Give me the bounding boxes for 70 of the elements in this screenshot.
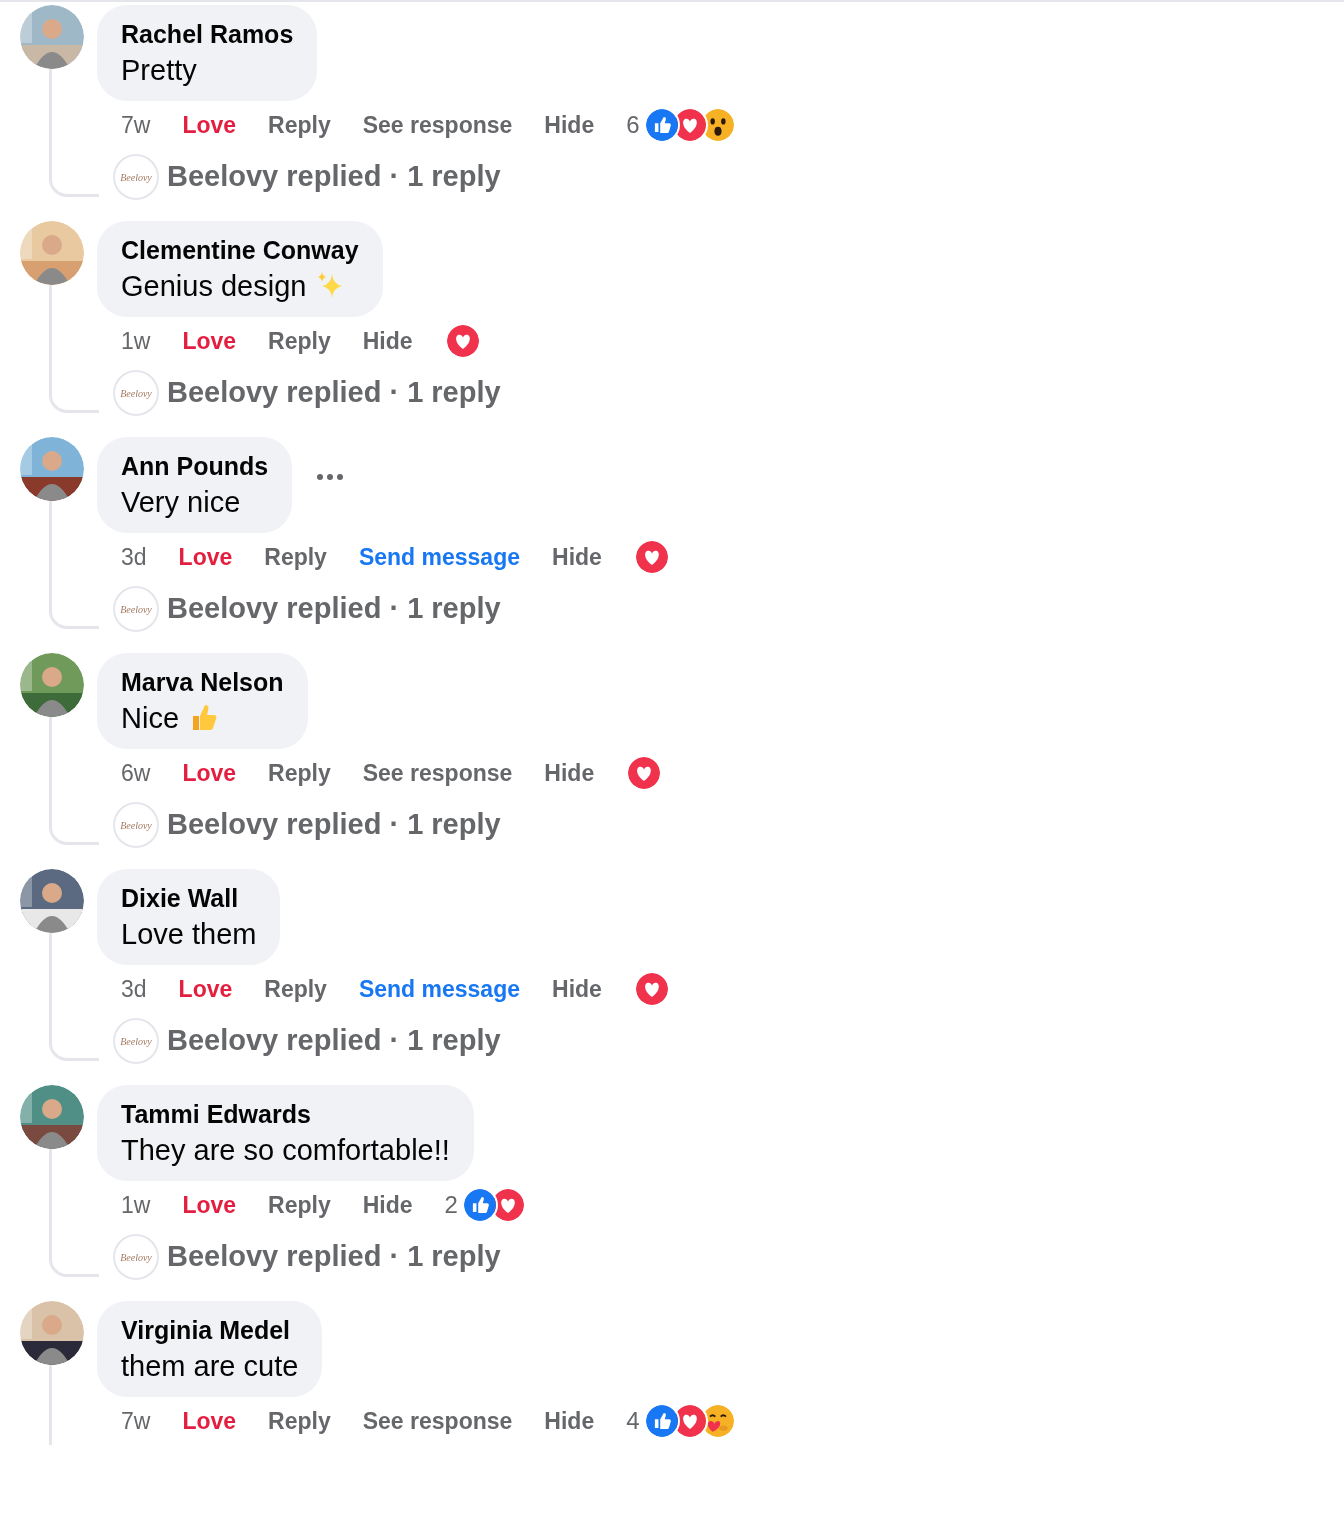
action-link[interactable]: Love xyxy=(182,755,237,791)
replies-link[interactable]: Beelovy replied · 1 reply xyxy=(167,587,501,631)
action-link[interactable]: Hide xyxy=(544,107,595,143)
action-link[interactable]: Hide xyxy=(544,1403,595,1439)
comment-time: 7w xyxy=(121,1406,151,1436)
reaction-count[interactable]: 4 xyxy=(626,1403,640,1439)
action-link[interactable]: Reply xyxy=(268,323,331,359)
action-link[interactable]: Love xyxy=(178,971,233,1007)
comment-text: Nice xyxy=(121,701,179,736)
action-link[interactable]: Reply xyxy=(268,1187,331,1223)
action-link[interactable]: Love xyxy=(182,107,237,143)
commenter-name[interactable]: Ann Pounds xyxy=(121,449,269,483)
comment-time: 1w xyxy=(121,326,151,356)
action-link[interactable]: Reply xyxy=(268,755,331,791)
action-link[interactable]: Hide xyxy=(544,755,595,791)
commenter-name[interactable]: Tammi Edwards xyxy=(121,1097,450,1131)
page-logo: Beelovy xyxy=(113,1018,159,1064)
comment-time: 7w xyxy=(121,110,151,140)
action-link[interactable]: Send message xyxy=(358,539,520,575)
action-link[interactable]: See response xyxy=(362,1403,513,1439)
replies-link[interactable]: Beelovy replied · 1 reply xyxy=(167,155,501,199)
like-reaction-icon xyxy=(643,107,680,143)
commenter-name[interactable]: Marva Nelson xyxy=(121,665,284,699)
reaction-count[interactable]: 2 xyxy=(444,1187,458,1223)
commenter-name[interactable]: Dixie Wall xyxy=(121,881,257,915)
heart-reaction-icon xyxy=(633,539,670,575)
commenter-name[interactable]: Clementine Conway xyxy=(121,233,359,267)
heart-reaction-icon xyxy=(633,971,670,1007)
page-logo: Beelovy xyxy=(113,586,159,632)
action-link[interactable]: Hide xyxy=(362,323,413,359)
more-icon xyxy=(316,473,345,481)
comment-text: them are cute xyxy=(121,1349,299,1384)
replies-link[interactable]: Beelovy replied · 1 reply xyxy=(167,803,501,847)
page-logo: Beelovy xyxy=(113,802,159,848)
action-link[interactable]: Hide xyxy=(552,971,602,1007)
action-link[interactable]: Love xyxy=(182,1187,237,1223)
heart-reaction-icon xyxy=(626,755,663,791)
replies-link[interactable]: Beelovy replied · 1 reply xyxy=(167,1235,501,1279)
page-logo: Beelovy xyxy=(113,154,159,200)
replies-link[interactable]: Beelovy replied · 1 reply xyxy=(167,371,501,415)
commenter-name[interactable]: Virginia Medel xyxy=(121,1313,299,1347)
page-logo: Beelovy xyxy=(113,1234,159,1280)
like-reaction-icon xyxy=(643,1403,680,1439)
action-link[interactable]: Reply xyxy=(268,107,331,143)
comment-time: 3d xyxy=(121,974,147,1004)
comment-text: Very nice xyxy=(121,485,241,520)
action-link[interactable]: Love xyxy=(182,323,237,359)
action-link[interactable]: Reply xyxy=(264,971,327,1007)
commenter-name[interactable]: Rachel Ramos xyxy=(121,17,294,51)
comment-time: 6w xyxy=(121,758,151,788)
action-link[interactable]: Love xyxy=(178,539,233,575)
comment-text: Love them xyxy=(121,917,257,952)
action-link[interactable]: Reply xyxy=(264,539,327,575)
action-link[interactable]: See response xyxy=(362,107,513,143)
action-link[interactable]: Love xyxy=(182,1403,237,1439)
action-link[interactable]: See response xyxy=(362,755,513,791)
heart-reaction-icon xyxy=(444,323,481,359)
comment-time: 1w xyxy=(121,1190,151,1220)
comment-text: They are so comfortable!! xyxy=(121,1133,450,1168)
comment-text: Pretty xyxy=(121,53,197,88)
action-link[interactable]: Send message xyxy=(358,971,520,1007)
like-reaction-icon xyxy=(461,1187,498,1223)
action-link[interactable]: Hide xyxy=(362,1187,413,1223)
replies-link[interactable]: Beelovy replied · 1 reply xyxy=(167,1019,501,1063)
comment-text: Genius design xyxy=(121,269,307,304)
action-link[interactable]: Hide xyxy=(552,539,602,575)
action-link[interactable]: Reply xyxy=(268,1403,331,1439)
page-logo: Beelovy xyxy=(113,370,159,416)
reaction-count[interactable]: 6 xyxy=(626,107,640,143)
comment-time: 3d xyxy=(121,542,147,572)
